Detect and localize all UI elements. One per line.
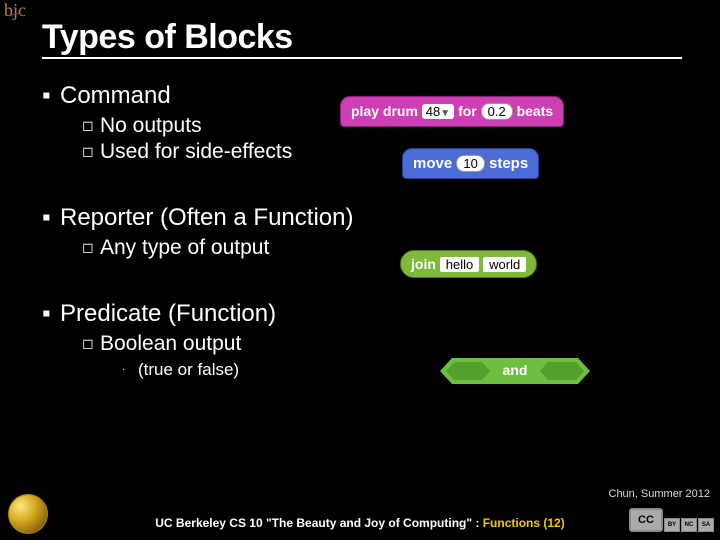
block-play-drum: play drum 48▼ for 0.2 beats — [340, 96, 564, 127]
field-beats: 0.2 — [481, 103, 513, 120]
footer-course: UC Berkeley CS 10 "The Beauty and Joy of… — [0, 516, 720, 530]
cc-badge: CC — [629, 508, 663, 532]
dropdown-drum: 48▼ — [422, 104, 454, 119]
logo-swirl-icon: ⌒ — [10, 17, 26, 27]
block-and: and — [440, 358, 630, 388]
cc-by: BY — [664, 518, 680, 532]
sub-side-effects: ◻Used for side-effects — [82, 140, 696, 164]
sub-any-output: ◻Any type of output — [82, 236, 696, 260]
cc-nc: NC — [681, 518, 697, 532]
sub-boolean: ◻Boolean output — [82, 332, 696, 356]
join-arg2: world — [483, 257, 526, 272]
field-steps: 10 — [456, 155, 484, 172]
and-label: and — [440, 362, 590, 378]
bullet-predicate: ▪Predicate (Function) — [42, 300, 696, 328]
cc-license-icon: CC BY NC SA — [629, 508, 714, 532]
bullet-reporter: ▪Reporter (Often a Function) — [42, 204, 696, 232]
footer-author: Chun, Summer 2012 — [609, 488, 711, 500]
slide-title: Types of Blocks — [42, 18, 682, 59]
bjc-logo: bjc ⌒ — [4, 4, 26, 26]
block-move: move 10 steps — [402, 148, 539, 179]
cc-sa: SA — [698, 518, 714, 532]
block-join: join hello world — [400, 250, 537, 278]
join-arg1: hello — [440, 257, 479, 272]
